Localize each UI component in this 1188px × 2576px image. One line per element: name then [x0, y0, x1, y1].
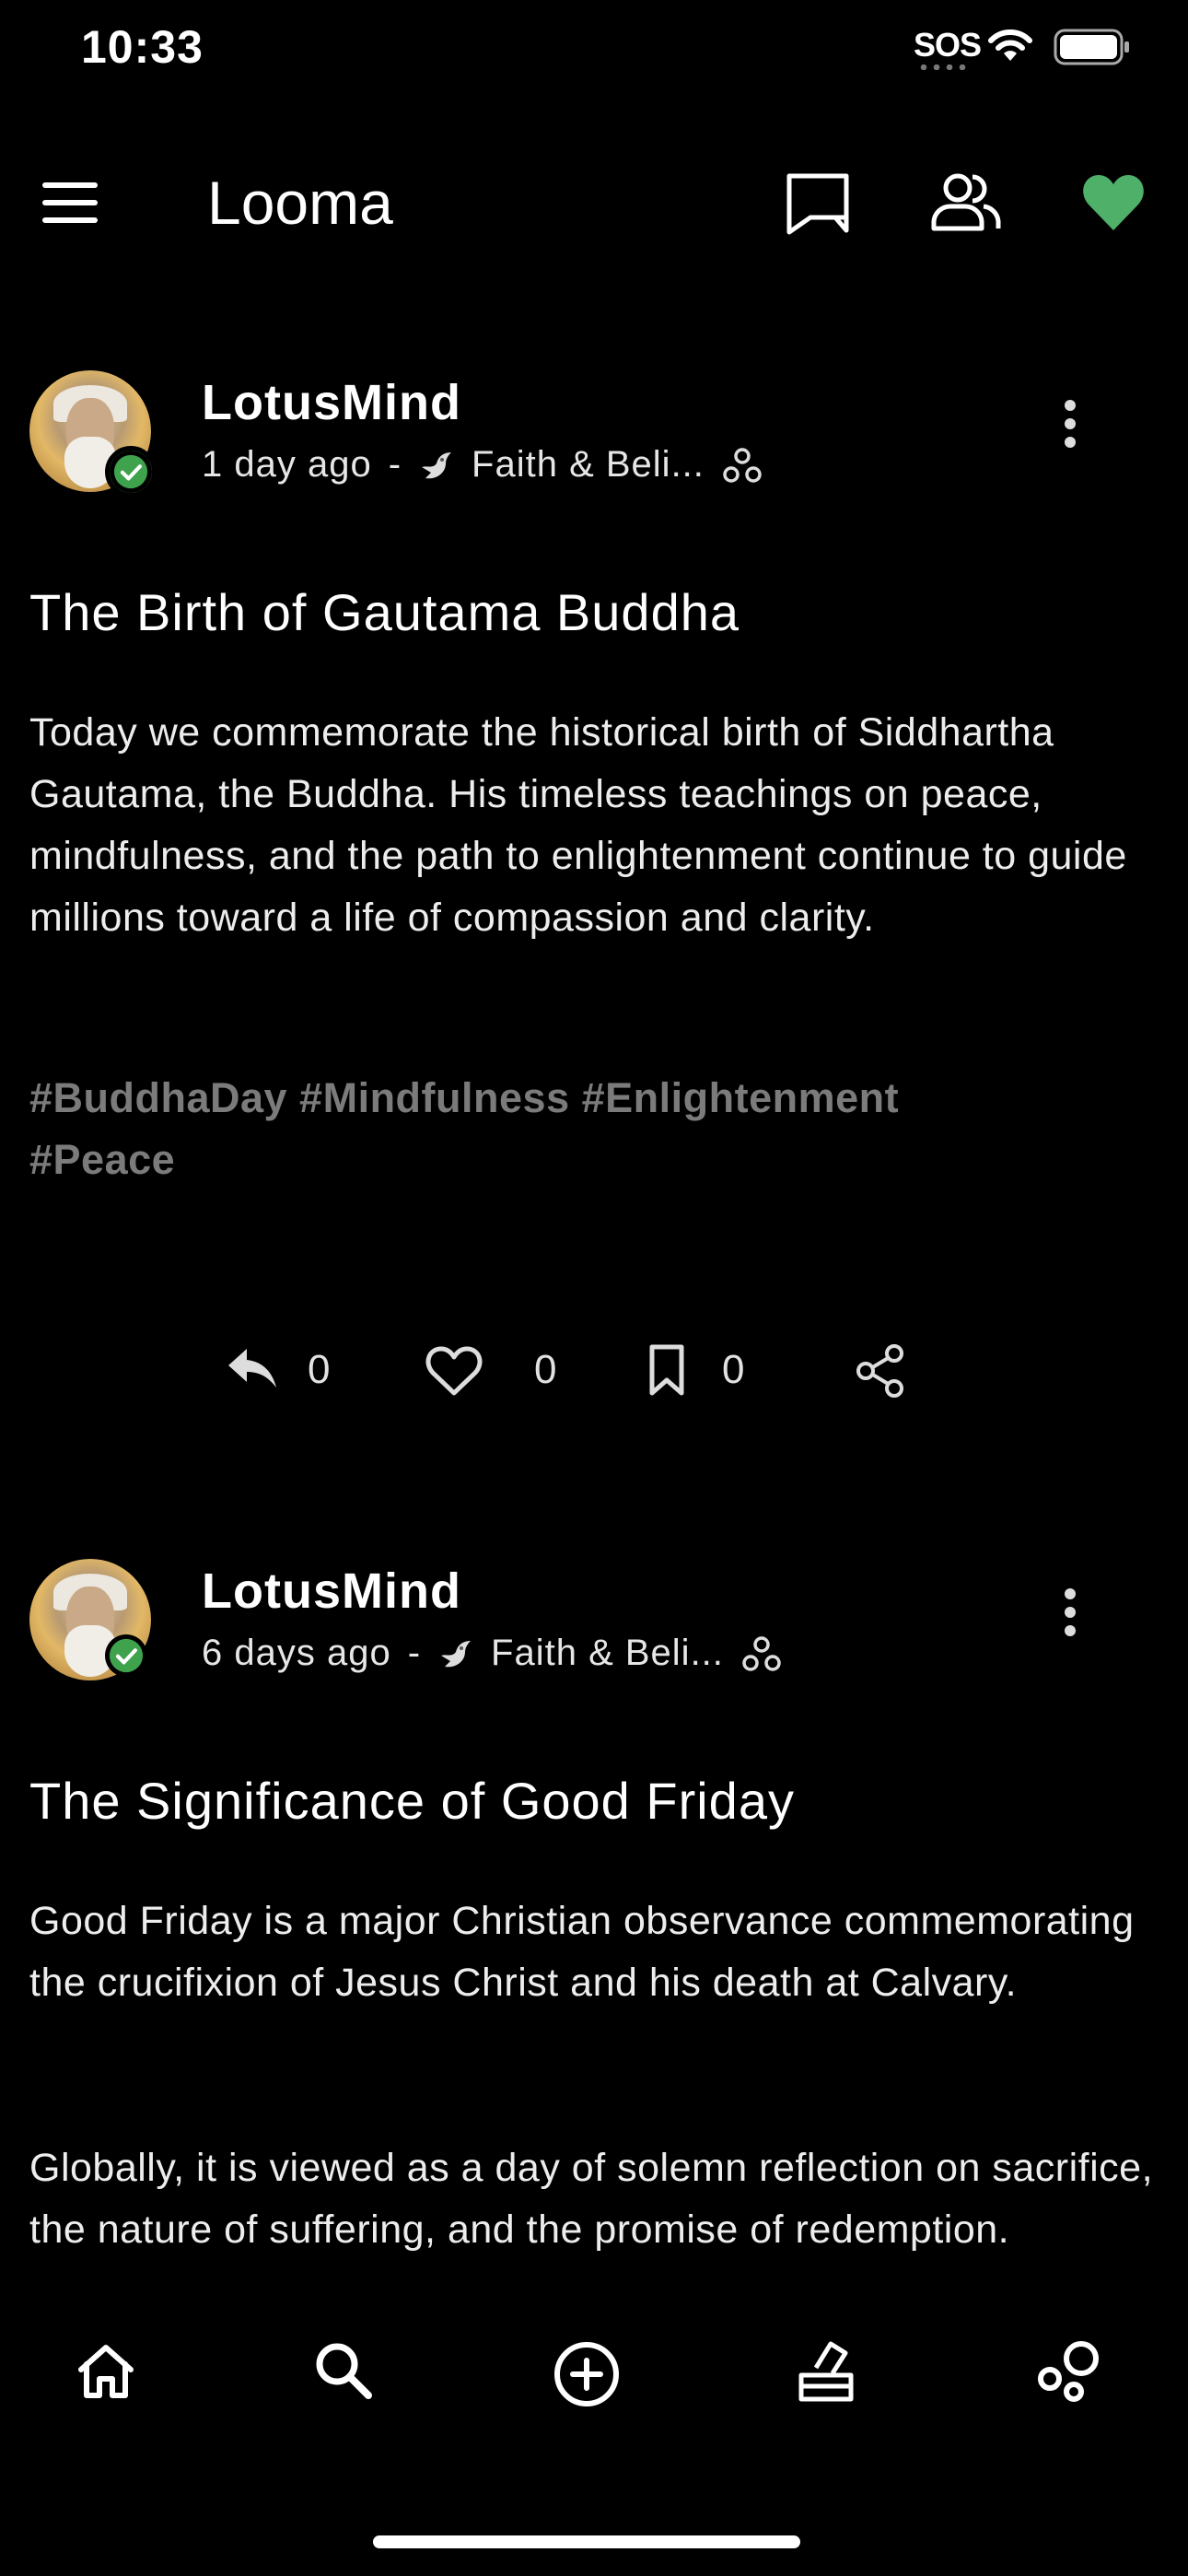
communities-icon[interactable] — [1035, 2338, 1103, 2403]
verified-badge-icon — [105, 446, 157, 498]
sos-indicator: SOS — [914, 26, 982, 64]
vote-box-icon[interactable] — [794, 2336, 858, 2405]
reply-count: 0 — [308, 1347, 331, 1392]
meta-separator: - — [407, 1633, 422, 1673]
verified-badge-icon — [105, 1634, 147, 1677]
status-time: 10:33 — [81, 21, 204, 73]
people-icon[interactable] — [928, 171, 1002, 232]
post-timestamp: 6 days ago — [202, 1633, 391, 1673]
post-card[interactable]: LotusMind 6 days ago - Faith & Beli... T… — [0, 1548, 1188, 2285]
bookmark-count: 0 — [722, 1347, 745, 1392]
more-options-icon[interactable] — [1059, 1587, 1081, 1638]
post-title[interactable]: The Significance of Good Friday — [29, 1771, 795, 1831]
wifi-icon — [988, 29, 1032, 61]
post-username[interactable]: LotusMind — [202, 1563, 461, 1620]
post-username[interactable]: LotusMind — [202, 374, 461, 431]
community-group-icon[interactable] — [721, 447, 763, 484]
like-count: 0 — [534, 1347, 557, 1392]
community-group-icon[interactable] — [740, 1635, 783, 1672]
more-options-icon[interactable] — [1059, 398, 1081, 450]
post-card[interactable]: LotusMind 1 day ago - Faith & Beli... Th… — [0, 359, 1188, 1465]
search-icon[interactable] — [313, 2340, 374, 2401]
community-link[interactable]: Faith & Beli... — [491, 1633, 724, 1674]
reply-icon[interactable] — [227, 1345, 278, 1391]
home-indicator — [373, 2535, 800, 2548]
chat-icon[interactable] — [785, 171, 851, 236]
post-body-paragraph-2: Globally, it is viewed as a day of solem… — [29, 2146, 1154, 2252]
post-meta: 1 day ago - Faith & Beli... — [202, 444, 763, 486]
post-body-paragraph-1: Good Friday is a major Christian observa… — [29, 1899, 1135, 2005]
post-title[interactable]: The Birth of Gautama Buddha — [29, 582, 740, 642]
signal-dots-icon — [917, 64, 971, 70]
dove-icon — [422, 451, 452, 478]
favorites-heart-icon[interactable] — [1081, 173, 1146, 232]
post-body: Today we commemorate the historical birt… — [29, 710, 1127, 940]
app-title: Looma — [207, 169, 393, 237]
home-icon[interactable] — [76, 2342, 136, 2401]
like-heart-icon[interactable] — [425, 1345, 483, 1397]
battery-icon — [1054, 29, 1129, 65]
dove-icon — [441, 1640, 472, 1667]
post-meta: 6 days ago - Faith & Beli... — [202, 1633, 783, 1674]
bottom-nav — [0, 2285, 1188, 2576]
community-link[interactable]: Faith & Beli... — [472, 444, 705, 486]
post-hashtags[interactable]: #BuddhaDay #Mindfulness #Enlightenment #… — [29, 1067, 1042, 1190]
meta-separator: - — [388, 444, 402, 485]
menu-icon[interactable] — [41, 181, 99, 225]
bookmark-icon[interactable] — [648, 1343, 685, 1397]
share-icon[interactable] — [855, 1343, 906, 1399]
create-post-icon[interactable] — [553, 2340, 621, 2408]
post-timestamp: 1 day ago — [202, 444, 372, 485]
